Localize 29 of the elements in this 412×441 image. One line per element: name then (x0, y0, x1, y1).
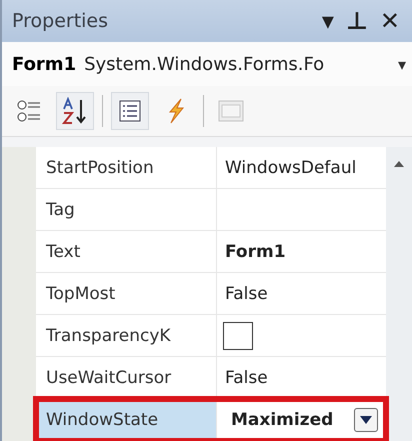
toolbar-button[interactable] (111, 92, 149, 130)
dropdown-button[interactable] (354, 408, 378, 432)
window-title: Properties (12, 10, 110, 32)
property-name[interactable]: Tag (36, 189, 217, 230)
property-name[interactable]: Text (36, 231, 217, 272)
property-value: False (224, 282, 269, 306)
caret-icon: ▾ (398, 54, 406, 74)
property-value: Form1 (224, 240, 287, 264)
scroll-up-icon (394, 161, 404, 167)
property-list-icon (118, 99, 142, 123)
property-name[interactable]: TransparencyK (36, 315, 217, 356)
object-name: Form1 (12, 54, 76, 74)
property-value: WindowsDefaul (224, 156, 358, 180)
property-value: Maximized (230, 410, 334, 430)
caret-icon (360, 416, 372, 424)
property-name[interactable]: TopMost (36, 273, 217, 314)
dropdown-button[interactable]: ▾ (316, 7, 340, 35)
categorized-icon (16, 98, 42, 124)
property-name[interactable]: UseWaitCursor (36, 357, 217, 398)
object-type: System.Windows.Forms.Fo (84, 54, 326, 74)
pin-button[interactable]: ⊥ (340, 7, 374, 35)
property-value: False (224, 366, 269, 390)
property-pages-icon (218, 99, 244, 123)
property-name[interactable]: WindowState (36, 399, 217, 440)
close-button[interactable]: ✕ (374, 7, 406, 35)
scrollbar[interactable] (386, 147, 412, 441)
object-selector[interactable]: Form1 System.Windows.Forms.Fo ▾ (2, 42, 412, 86)
property-name[interactable]: StartPosition (36, 147, 217, 188)
toolbar-button[interactable] (56, 92, 94, 130)
